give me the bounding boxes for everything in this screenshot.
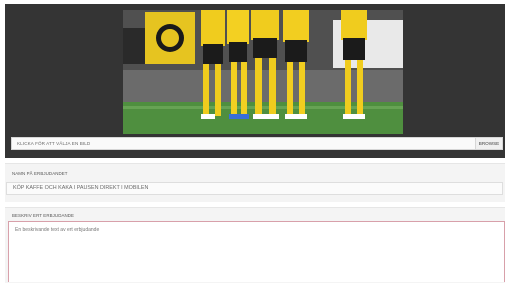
offer-image-preview[interactable] bbox=[123, 10, 403, 134]
browse-button[interactable]: BROWSE bbox=[475, 138, 502, 149]
offer-description-textarea[interactable]: En beskrivande text av ert erbjudande bbox=[8, 221, 505, 282]
image-picker-placeholder: KLICKA FÖR ATT VÄLJA EN BILD bbox=[17, 141, 91, 146]
image-upload-panel: KLICKA FÖR ATT VÄLJA EN BILD BROWSE bbox=[5, 4, 505, 158]
image-file-picker[interactable]: KLICKA FÖR ATT VÄLJA EN BILD BROWSE bbox=[11, 137, 503, 150]
offer-description-label: BESKRIV ERT ERBJUDANDE bbox=[12, 213, 75, 218]
team-photo bbox=[123, 10, 403, 134]
offer-name-input[interactable]: KÖP KAFFE OCH KAKA I PAUSEN DIREKT I MOB… bbox=[6, 182, 503, 195]
offer-name-label: NAMN PÅ ERBJUDANDET bbox=[12, 171, 68, 176]
